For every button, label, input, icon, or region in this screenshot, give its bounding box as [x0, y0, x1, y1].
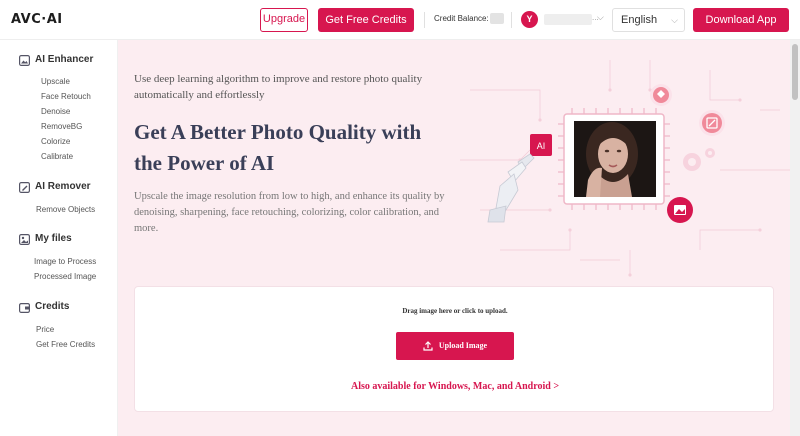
sidebar-item-face-retouch[interactable]: Face Retouch [41, 92, 91, 101]
sidebar-item-get-free-credits[interactable]: Get Free Credits [36, 340, 95, 349]
sidebar-item-processed-image[interactable]: Processed Image [34, 272, 96, 281]
hero-illustration: AI [460, 60, 790, 277]
portrait-photo [574, 121, 656, 197]
scrollbar-thumb[interactable] [792, 44, 798, 100]
sidebar-item-price[interactable]: Price [36, 325, 54, 334]
top-header: AVC·AI Upgrade Get Free Credits Credit B… [0, 0, 800, 40]
gear-icon [683, 148, 715, 171]
hero-description: Upscale the image resolution from low to… [134, 191, 445, 234]
header-divider [424, 12, 425, 28]
chevron-down-icon: ⌵ [671, 15, 678, 25]
folder-images-icon [19, 234, 30, 245]
sidebar-item-upscale[interactable]: Upscale [41, 77, 70, 86]
drag-instructions: Drag image here or click to upload. [402, 307, 508, 315]
sidebar-item-remove-objects[interactable]: Remove Objects [36, 205, 95, 214]
sidebar-section-title: Credits [35, 301, 70, 312]
sidebar-section-title: My files [35, 233, 72, 244]
sidebar: AI Enhancer Upscale Face Retouch Denoise… [0, 40, 118, 436]
retouch-icon [699, 110, 725, 136]
hero-subtitle: Use deep learning algorithm to improve a… [134, 73, 423, 101]
upload-icon [423, 341, 433, 351]
credit-balance-value-redacted [490, 13, 504, 24]
hero-title: Get A Better Photo Quality with the Powe… [134, 120, 422, 175]
also-available-link[interactable]: Also available for Windows, Mac, and And… [135, 381, 775, 392]
upload-image-button[interactable]: Upload Image [396, 332, 514, 360]
credit-balance-label: Credit Balance: [434, 14, 489, 23]
language-value: English [621, 14, 658, 26]
ai-badge-text: AI [537, 141, 546, 151]
wallet-icon [19, 303, 30, 313]
user-avatar[interactable]: Y [521, 11, 538, 28]
image-edit-icon [667, 197, 693, 223]
username-redacted[interactable] [544, 14, 592, 25]
avc-ai-logo[interactable]: AVC·AI [11, 12, 63, 27]
upgrade-button[interactable]: Upgrade [260, 8, 308, 32]
sidebar-item-removebg[interactable]: RemoveBG [41, 122, 82, 131]
upload-button-label: Upload Image [438, 341, 488, 350]
chevron-down-icon[interactable]: ⌵ [597, 12, 604, 23]
language-select[interactable]: English ⌵ [612, 8, 685, 32]
sidebar-item-denoise[interactable]: Denoise [41, 107, 70, 116]
get-free-credits-button[interactable]: Get Free Credits [318, 8, 414, 32]
upload-dropzone[interactable]: Drag image here or click to upload. Uplo… [134, 286, 774, 412]
sidebar-item-image-to-process[interactable]: Image to Process [34, 257, 96, 266]
sidebar-item-colorize[interactable]: Colorize [41, 137, 70, 146]
sidebar-item-calibrate[interactable]: Calibrate [41, 152, 73, 161]
image-enhance-icon [19, 55, 30, 66]
paint-bucket-icon [650, 84, 672, 106]
eraser-icon [19, 182, 30, 193]
sidebar-section-title: AI Remover [35, 181, 91, 192]
download-app-button[interactable]: Download App [693, 8, 789, 32]
sidebar-section-title: AI Enhancer [35, 54, 94, 65]
header-divider [511, 12, 512, 28]
